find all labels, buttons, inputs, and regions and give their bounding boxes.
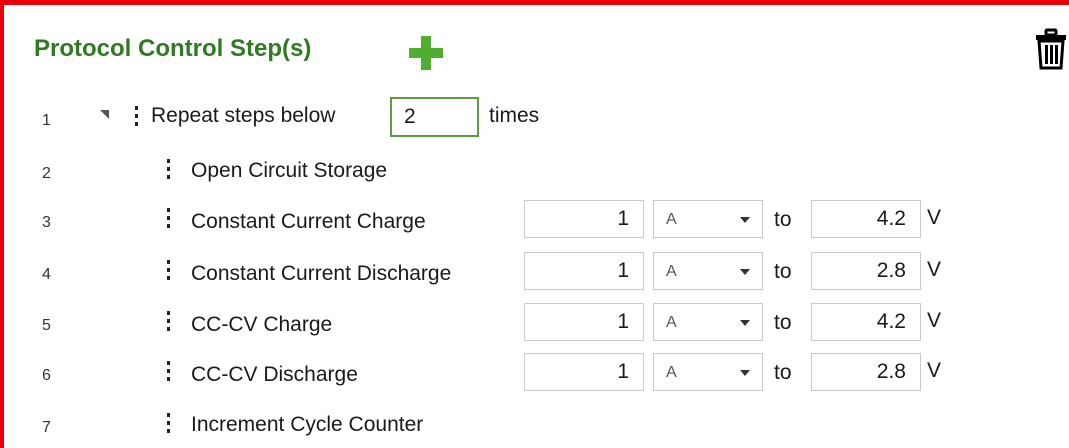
step-label: Open Circuit Storage (191, 159, 388, 182)
to-label: to (774, 208, 792, 231)
unit-dropdown[interactable]: A (653, 353, 763, 391)
step-row: 2 Open Circuit Storage (4, 151, 1069, 191)
current-value-input[interactable]: 1 (524, 303, 644, 341)
drag-handle-icon[interactable] (167, 359, 170, 383)
unit-value: A (666, 211, 677, 228)
voltage-target-input[interactable]: 4.2 (811, 200, 921, 238)
dropdown-arrow-icon (740, 370, 750, 376)
voltage-unit-label: V (927, 258, 942, 281)
drag-handle-icon[interactable] (167, 258, 170, 282)
add-step-button[interactable] (409, 36, 443, 70)
repeat-label-after: times (489, 104, 540, 127)
step-number: 3 (42, 214, 51, 231)
voltage-target-input[interactable]: 4.2 (811, 303, 921, 341)
drag-handle-icon[interactable] (135, 104, 138, 128)
step-label: Constant Current Discharge (191, 262, 452, 285)
step-row: 4 Constant Current Discharge 1 A to 2.8 … (4, 252, 1069, 292)
unit-value: A (666, 314, 677, 331)
step-row: 5 CC-CV Charge 1 A to 4.2 V (4, 303, 1069, 343)
repeat-count-input[interactable]: 2 (390, 97, 479, 137)
unit-value: A (666, 263, 677, 280)
trash-icon (1036, 28, 1066, 70)
step-label: CC-CV Discharge (191, 363, 358, 386)
to-label: to (774, 361, 792, 384)
unit-dropdown[interactable]: A (653, 303, 763, 341)
dropdown-arrow-icon (740, 217, 750, 223)
step-number: 2 (42, 165, 51, 182)
step-row: 7 Increment Cycle Counter (4, 405, 1069, 445)
voltage-target-input[interactable]: 2.8 (811, 353, 921, 391)
step-label: Increment Cycle Counter (191, 413, 424, 436)
to-label: to (774, 260, 792, 283)
dropdown-arrow-icon (740, 269, 750, 275)
step-row: 6 CC-CV Discharge 1 A to 2.8 V (4, 353, 1069, 393)
collapse-arrow-icon[interactable] (100, 110, 109, 119)
panel-title: Protocol Control Step(s) (34, 35, 312, 62)
drag-handle-icon[interactable] (167, 157, 170, 181)
step-label: CC-CV Charge (191, 313, 333, 336)
step-number: 4 (42, 266, 51, 283)
to-label: to (774, 311, 792, 334)
voltage-target-input[interactable]: 2.8 (811, 252, 921, 290)
voltage-unit-label: V (927, 359, 942, 382)
step-number: 7 (42, 419, 51, 436)
repeat-label-before: Repeat steps below (151, 104, 336, 127)
step-label: Constant Current Charge (191, 210, 426, 233)
voltage-unit-label: V (927, 309, 942, 332)
drag-handle-icon[interactable] (167, 206, 170, 230)
step-number: 1 (42, 112, 51, 129)
current-value-input[interactable]: 1 (524, 252, 644, 290)
step-number: 6 (42, 367, 51, 384)
unit-dropdown[interactable]: A (653, 200, 763, 238)
unit-dropdown[interactable]: A (653, 252, 763, 290)
voltage-unit-label: V (927, 206, 942, 229)
step-number: 5 (42, 317, 51, 334)
unit-value: A (666, 364, 677, 381)
drag-handle-icon[interactable] (167, 411, 170, 435)
current-value-input[interactable]: 1 (524, 200, 644, 238)
dropdown-arrow-icon (740, 320, 750, 326)
current-value-input[interactable]: 1 (524, 353, 644, 391)
delete-button[interactable] (1034, 27, 1068, 71)
step-row-repeat: 1 Repeat steps below 2 times (4, 97, 1069, 138)
drag-handle-icon[interactable] (167, 309, 170, 333)
protocol-control-panel: Protocol Control Step(s) 1 Repeat steps … (0, 0, 1069, 448)
step-row: 3 Constant Current Charge 1 A to 4.2 V (4, 200, 1069, 240)
